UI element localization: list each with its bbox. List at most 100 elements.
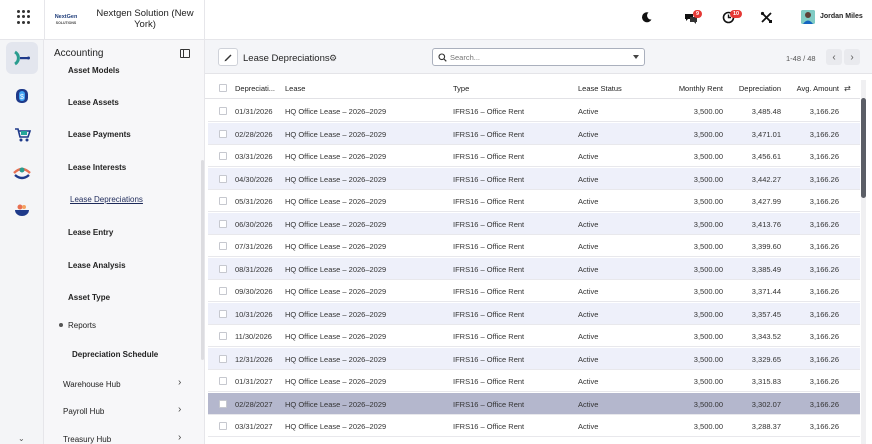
select-all-checkbox[interactable] [219,84,227,92]
search-options-caret-icon[interactable] [633,55,639,59]
billing-app-icon[interactable]: $ [6,80,38,112]
row-checkbox[interactable] [219,287,227,295]
top-bar: NextGen SOLUTIONS Nextgen Solution (New … [0,0,872,40]
col-header-depreciation[interactable]: Depreciation [721,84,781,93]
sidebar-scrollbar[interactable] [201,160,204,360]
sidebar-hub-warehouse[interactable]: Warehouse Hub [63,380,121,389]
pager-next-button[interactable]: › [844,49,860,65]
table-row[interactable]: 03/31/2026 HQ Office Lease – 2026–2029 IFR… [208,145,860,167]
table-row[interactable]: 05/31/2026 HQ Office Lease – 2026–2029 IFR… [208,190,860,212]
sidebar-item-lease-payments[interactable]: Lease Payments [68,130,131,139]
sidebar-item-lease-assets[interactable]: Lease Assets [68,98,119,107]
cell-avg-amount: 3,166.26 [809,107,839,116]
sidebar-hub-treasury[interactable]: Treasury Hub [63,435,111,444]
cell-lease: HQ Office Lease – 2026–2029 [285,174,387,184]
cart-app-icon[interactable] [6,118,38,150]
row-checkbox[interactable] [219,152,227,160]
cell-lease: HQ Office Lease – 2026–2029 [285,219,387,229]
sidebar-item-lease-entry[interactable]: Lease Entry [68,228,113,237]
sidebar-item-depreciation-schedule[interactable]: Depreciation Schedule [72,350,158,359]
pager-value[interactable]: 1-48 / 48 [786,54,816,63]
sidebar-group-reports[interactable]: Reports [68,321,96,330]
sidebar-item-lease-interests[interactable]: Lease Interests [68,163,126,172]
cell-lease: HQ Office Lease – 2026–2029 [285,197,387,206]
chevron-right-icon[interactable]: › [178,432,181,443]
sidebar-item-asset-type[interactable]: Asset Type [68,293,110,302]
cell-type: IFRS16 – Office Rent [453,242,525,251]
column-settings-icon[interactable]: ⇄ [844,84,851,93]
cell-depreciation: 3,385.49 [751,264,781,274]
apps-grid-icon[interactable] [17,10,31,24]
svg-text:$: $ [20,94,24,101]
col-header-avg-amount[interactable]: Avg. Amount [779,84,839,93]
search-field[interactable] [432,48,645,66]
bowl-app-icon[interactable] [6,194,38,226]
gear-icon[interactable]: ⚙ [329,53,337,64]
sidebar-item-asset-models[interactable]: Asset Models [68,66,120,75]
cell-monthly-rent: 3,500.00 [693,377,723,386]
table-row[interactable]: 02/28/2027 HQ Office Lease – 2026–2029 IFR… [208,392,860,415]
user-name[interactable]: Jordan Miles [820,13,863,20]
row-checkbox[interactable] [219,242,227,250]
table-row[interactable]: 09/30/2026 HQ Office Lease – 2026–2029 IFR… [208,280,860,302]
cell-type: IFRS16 – Office Rent [453,107,525,116]
row-checkbox[interactable] [219,107,227,115]
tools-icon[interactable] [760,11,773,24]
sidebar-hub-payroll[interactable]: Payroll Hub [63,407,104,416]
cell-status: Active [578,399,599,409]
cell-date: 08/31/2026 [235,264,273,274]
table-row[interactable]: 08/31/2026 HQ Office Lease – 2026–2029 IFR… [208,257,860,280]
chevron-right-icon[interactable]: › [178,404,181,415]
row-checkbox[interactable] [219,129,227,138]
company-name[interactable]: Nextgen Solution (New York) [86,8,204,30]
sidebar-collapse-icon[interactable] [180,49,190,58]
table-row[interactable]: 11/30/2026 HQ Office Lease – 2026–2029 IFR… [208,325,860,347]
chevron-right-icon[interactable]: › [178,377,181,388]
edit-button[interactable] [218,48,238,66]
cell-lease: HQ Office Lease – 2026–2029 [285,332,387,341]
moon-icon[interactable] [640,11,653,24]
cell-status: Active [578,422,599,431]
table-row[interactable]: 12/31/2026 HQ Office Lease – 2026–2029 IFR… [208,347,860,370]
sidebar-item-lease-analysis[interactable]: Lease Analysis [68,261,126,270]
row-checkbox[interactable] [219,399,227,408]
search-input[interactable] [450,51,620,64]
row-checkbox[interactable] [219,354,227,363]
avatar[interactable] [801,10,815,24]
cell-monthly-rent: 3,500.00 [693,152,723,161]
search-icon [438,53,447,62]
cell-status: Active [578,129,599,139]
table-row[interactable]: 03/31/2027 HQ Office Lease – 2026–2029 IFR… [208,415,860,437]
accounting-app-icon[interactable] [6,42,38,74]
table-row[interactable]: 04/30/2026 HQ Office Lease – 2026–2029 IFR… [208,167,860,190]
row-checkbox[interactable] [219,219,227,228]
col-header-monthly-rent[interactable]: Monthly Rent [663,84,723,93]
rail-expand-chevron-icon[interactable]: ⌄ [18,434,25,443]
table-row[interactable]: 02/28/2026 HQ Office Lease – 2026–2029 IFR… [208,122,860,145]
row-checkbox[interactable] [219,197,227,205]
row-checkbox[interactable] [219,332,227,340]
row-checkbox[interactable] [219,264,227,273]
row-checkbox[interactable] [219,377,227,385]
sidebar-item-lease-depreciations[interactable]: Lease Depreciations [70,195,143,204]
cell-lease: HQ Office Lease – 2026–2029 [285,377,387,386]
row-checkbox[interactable] [219,422,227,430]
pager-previous-button[interactable]: ‹ [826,49,842,65]
col-header-type[interactable]: Type [453,84,469,93]
cell-date: 01/31/2026 [235,107,273,116]
table-row[interactable]: 01/31/2026 HQ Office Lease – 2026–2029 IFR… [208,100,860,122]
table-row[interactable]: 01/31/2027 HQ Office Lease – 2026–2029 IFR… [208,370,860,392]
visibility-app-icon[interactable] [6,156,38,188]
table-row[interactable]: 06/30/2026 HQ Office Lease – 2026–2029 IFR… [208,212,860,235]
row-checkbox[interactable] [219,174,227,183]
cell-lease: HQ Office Lease – 2026–2029 [285,422,387,431]
col-header-lease[interactable]: Lease [285,84,305,93]
col-header-lease-status[interactable]: Lease Status [578,84,622,93]
table-scrollbar-thumb[interactable] [861,98,866,198]
cell-status: Active [578,309,599,319]
table-row[interactable]: 07/31/2026 HQ Office Lease – 2026–2029 IFR… [208,235,860,257]
cell-type: IFRS16 – Office Rent [453,219,525,229]
table-row[interactable]: 10/31/2026 HQ Office Lease – 2026–2029 IFR… [208,302,860,325]
col-header-depreciation-date[interactable]: Depreciati... [235,84,275,93]
row-checkbox[interactable] [219,309,227,318]
